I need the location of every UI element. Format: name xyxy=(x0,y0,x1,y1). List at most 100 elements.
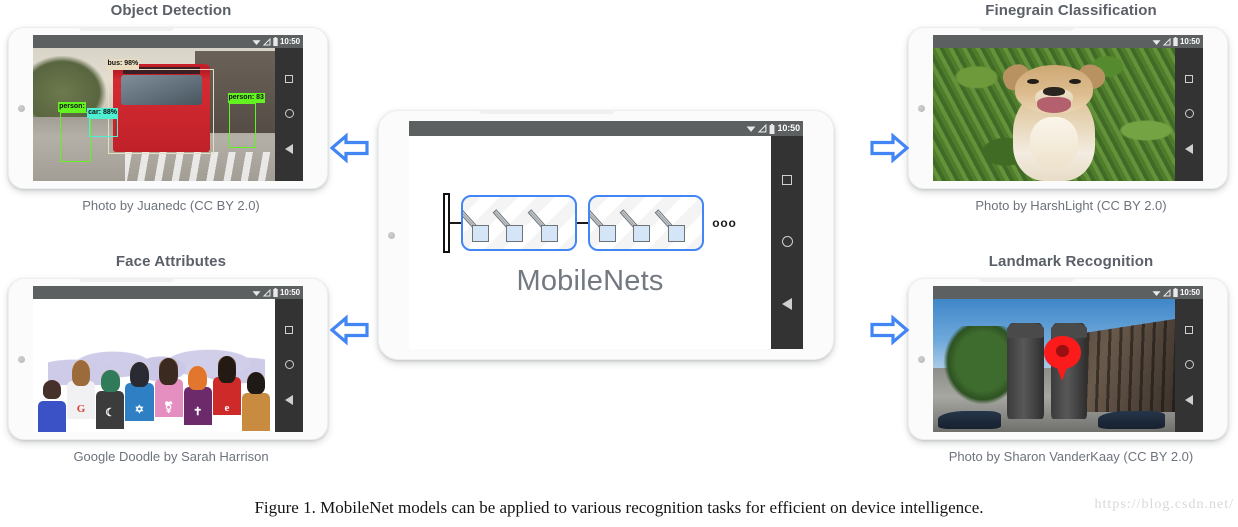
signal-icon xyxy=(758,124,767,133)
recents-button[interactable] xyxy=(1185,75,1193,83)
home-button[interactable] xyxy=(284,360,294,369)
arrow-left-icon xyxy=(330,314,369,346)
recents-button[interactable] xyxy=(1185,326,1193,334)
signal-icon xyxy=(1163,288,1171,296)
network-row: ooo xyxy=(443,193,736,253)
back-button[interactable] xyxy=(1185,144,1193,154)
filter-unit xyxy=(492,202,532,242)
bbox-rect xyxy=(108,69,215,155)
nav-bar xyxy=(275,48,303,181)
home-button[interactable] xyxy=(1184,109,1194,118)
bbox-rect xyxy=(229,102,256,148)
person-hair xyxy=(217,356,237,384)
front-camera-icon xyxy=(918,104,925,112)
panel-landmark-recognition: Landmark Recognition 10:50 Photo by Shar… xyxy=(908,253,1234,465)
map-pin-hole xyxy=(1056,345,1069,358)
input-tensor-bar xyxy=(443,193,451,253)
panel-object-detection: Object Detection 10:50 bus: 98% person: … xyxy=(8,2,334,214)
bbox-label: person: xyxy=(58,101,86,112)
google-doodle-scene: G ☾ ✡ ⚧ ✝ e xyxy=(33,299,275,432)
bbox-label: bus: 98% xyxy=(106,59,140,70)
doodle-glyph-gender: ⚧ xyxy=(163,402,174,415)
arrow-left-icon xyxy=(330,132,369,164)
parked-car-right xyxy=(1097,410,1166,430)
person-hair xyxy=(71,360,91,386)
doodle-glyph-star-of-david: ✡ xyxy=(134,404,145,416)
filter-unit xyxy=(619,202,659,242)
doodle-person: e xyxy=(212,356,242,432)
home-button[interactable] xyxy=(1184,360,1194,369)
wifi-icon xyxy=(1152,290,1161,296)
recents-button[interactable] xyxy=(782,175,792,186)
bbox-rect xyxy=(59,111,92,163)
phone-center-mobilenets: 10:50 ooo MobileNets xyxy=(378,110,834,360)
filter-unit xyxy=(590,202,625,242)
status-bar-clock: 10:50 xyxy=(280,37,300,46)
back-button[interactable] xyxy=(782,297,792,310)
doodle-person: ⚧ xyxy=(154,358,183,432)
screen-body: G ☾ ✡ ⚧ ✝ e xyxy=(33,299,303,432)
person-torso xyxy=(37,400,66,432)
wifi-icon xyxy=(747,126,756,132)
filter-unit xyxy=(654,202,694,242)
home-button[interactable] xyxy=(781,235,793,247)
recents-button[interactable] xyxy=(285,75,293,83)
person-hair xyxy=(42,380,62,399)
back-button[interactable] xyxy=(285,144,293,154)
dog-nose xyxy=(1043,86,1065,96)
dog-eye-left xyxy=(1027,78,1040,84)
recents-button[interactable] xyxy=(285,326,293,334)
filter-unit xyxy=(527,202,567,242)
screen-body: ooo MobileNets xyxy=(409,136,803,349)
doodle-glyph-e: e xyxy=(224,401,230,414)
detection-image: bus: 98% person: car: 88% person: 83 xyxy=(33,48,275,181)
doodle-glyph-crescent: ☾ xyxy=(105,407,116,420)
doodle-person: ☾ xyxy=(96,370,125,432)
wifi-icon xyxy=(252,290,261,296)
phone-screen-face-attributes: 10:50 G ☾ ✡ ⚧ ✝ e xyxy=(33,286,303,432)
arrow-to-landmark-recognition xyxy=(869,311,909,349)
panel-caption-landmark-recognition: Photo by Sharon VanderKaay (CC BY 2.0) xyxy=(948,449,1194,464)
arrow-right-icon xyxy=(870,314,909,346)
phone-object-detection: 10:50 bus: 98% person: car: 88% person: … xyxy=(8,27,328,189)
bbox-person-left: person: xyxy=(58,101,92,163)
filter-cube xyxy=(506,225,524,242)
filter-cube xyxy=(667,225,685,242)
home-button[interactable] xyxy=(284,109,294,118)
binocular-cap-left xyxy=(1007,322,1044,339)
person-hair xyxy=(188,366,208,390)
signal-icon xyxy=(263,288,271,296)
phone-landmark-recognition: 10:50 xyxy=(908,278,1228,440)
front-camera-icon xyxy=(18,104,25,112)
screen-body: bus: 98% person: car: 88% person: 83 xyxy=(33,48,303,181)
back-button[interactable] xyxy=(1185,395,1193,405)
person-hair xyxy=(246,372,266,394)
nav-bar xyxy=(771,136,803,349)
signal-icon xyxy=(263,37,271,45)
wire-between-blocks xyxy=(577,222,589,224)
scene-crosswalk xyxy=(124,151,275,181)
person-torso xyxy=(242,392,271,431)
bbox-person-right: person: 83 xyxy=(227,92,265,148)
arrow-to-object-detection xyxy=(330,129,370,167)
panel-finegrain-classification: Finegrain Classification 10:50 Photo by … xyxy=(908,2,1234,214)
nav-bar xyxy=(275,299,303,432)
panel-title-face-attributes: Face Attributes xyxy=(115,253,227,270)
doodle-glyph-cross: ✝ xyxy=(193,405,203,418)
back-button[interactable] xyxy=(285,395,293,405)
filter-unit xyxy=(463,202,498,242)
person-hair xyxy=(100,370,120,393)
battery-icon xyxy=(273,288,278,297)
phone-screen-landmark-recognition: 10:50 xyxy=(933,286,1203,432)
phone-face-attributes: 10:50 G ☾ ✡ ⚧ ✝ e xyxy=(8,278,328,440)
wifi-icon xyxy=(1152,39,1161,45)
bbox-label: person: 83 xyxy=(227,92,265,103)
status-bar-clock: 10:50 xyxy=(777,123,800,133)
wifi-icon xyxy=(252,39,261,45)
parked-car-left xyxy=(937,410,1001,430)
person-hair xyxy=(130,362,149,388)
screen-body xyxy=(933,48,1203,181)
arrow-to-face-attributes xyxy=(330,311,370,349)
figure-caption: Figure 1. MobileNet models can be applie… xyxy=(254,498,984,517)
doodle-glyph-g: G xyxy=(76,403,86,416)
